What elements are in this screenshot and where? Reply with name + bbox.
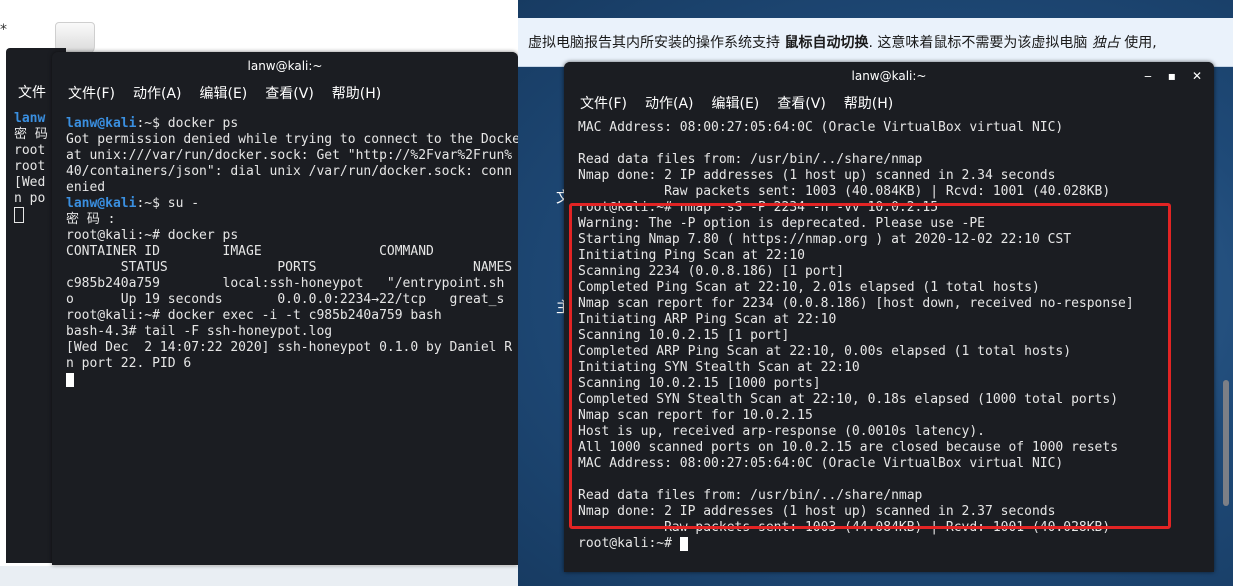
notif-part: . 这意味着鼠标不需要为该虚拟电脑	[868, 35, 1088, 51]
bg-line: 密 码	[14, 127, 48, 142]
command-text: :~$ su -	[136, 196, 200, 211]
terminal-line: Nmap done: 2 IP addresses (1 host up) sc…	[578, 168, 1056, 183]
terminal-line: Completed SYN Stealth Scan at 22:10, 0.1…	[578, 392, 1119, 407]
bg-line: root	[14, 159, 46, 174]
terminal-line	[66, 372, 518, 388]
right-terminal-output[interactable]: MAC Address: 08:00:27:05:64:0C (Oracle V…	[564, 118, 1214, 552]
terminal-line: Read data files from: /usr/bin/../share/…	[578, 488, 923, 503]
right-terminal-titlebar[interactable]: lanw@kali:~ ‒ ▪ ✕	[564, 62, 1214, 88]
virtualbox-notification-bar: 虚拟电脑报告其内所安装的操作系统支持 鼠标自动切换. 这意味着鼠标不需要为该虚拟…	[518, 18, 1233, 67]
left-terminal-output[interactable]: lanw@kali:~$ docker ps Got permission den…	[52, 108, 518, 388]
right-terminal-menubar: 文件(F) 动作(A) 编辑(E) 查看(V) 帮助(H)	[564, 88, 1214, 118]
terminal-line: Completed ARP Ping Scan at 22:10, 0.00s …	[578, 344, 1072, 359]
terminal-line: Got permission denied while trying to co…	[66, 132, 518, 147]
terminal-line: root@kali:~# docker ps	[66, 228, 239, 243]
terminal-line: root@kali:~# docker exec -i -t c985b240a…	[66, 308, 442, 323]
notif-part: 虚拟电脑报告其内所安装的操作系统支持	[528, 35, 780, 51]
bg-terminal-output: lanw 密 码 root root [Wed n po	[14, 111, 48, 224]
prompt-user: lanw@kali	[66, 196, 137, 211]
text-cursor	[66, 372, 74, 387]
bg-line: n po	[14, 191, 46, 206]
left-terminal-titlebar[interactable]: lanw@kali:~	[52, 52, 518, 78]
terminal-line: [Wed Dec 2 14:07:22 2020] ssh-honeypot 0…	[66, 340, 513, 355]
terminal-line: c985b240a759 local:ssh-honeypot "/entryp…	[66, 276, 505, 291]
terminal-line: root@kali:~# nmap -sS -P 2234 -n -vv 10.…	[578, 200, 939, 215]
command-text: :~$ docker ps	[136, 116, 239, 131]
menu-view[interactable]: 查看(V)	[777, 93, 826, 113]
menu-help[interactable]: 帮助(H)	[844, 93, 893, 113]
terminal-line: enied	[66, 180, 106, 195]
terminal-line: n port 22. PID 6	[66, 356, 192, 371]
taskbar-strip	[0, 566, 520, 586]
terminal-prompt-line: root@kali:~#	[578, 536, 1214, 552]
menu-file[interactable]: 文件(F)	[580, 93, 627, 113]
menu-help[interactable]: 帮助(H)	[332, 83, 381, 103]
terminal-line: 密 码 :	[66, 212, 116, 227]
right-terminal-title: lanw@kali:~	[851, 69, 927, 83]
terminal-line: o Up 19 seconds 0.0.0.0:2234→22/tcp grea…	[66, 292, 505, 307]
notif-italic: 独占	[1091, 35, 1120, 51]
terminal-line: Raw packets sent: 1003 (40.084KB) | Rcvd…	[578, 184, 1111, 199]
terminal-line: Nmap done: 2 IP addresses (1 host up) sc…	[578, 504, 1056, 519]
terminal-line: 40/containers/json": dial unix /var/run/…	[66, 164, 513, 179]
notif-part: 使用,	[1124, 35, 1157, 51]
terminal-line: Scanning 10.0.2.15 [1 port]	[578, 328, 790, 343]
terminal-line: MAC Address: 08:00:27:05:64:0C (Oracle V…	[578, 120, 1064, 135]
terminal-line: lanw@kali:~$ su -	[66, 196, 518, 212]
terminal-line: Read data files from: /usr/bin/../share/…	[578, 152, 923, 167]
terminal-scrollbar[interactable]	[1204, 120, 1210, 572]
terminal-line: Scanning 10.0.2.15 [1000 ports]	[578, 376, 821, 391]
text-cursor	[679, 536, 688, 551]
terminal-line: Completed Ping Scan at 22:10, 2.01s elap…	[578, 280, 1040, 295]
terminal-line: Nmap scan report for 2234 (0.0.8.186) [h…	[578, 296, 1134, 311]
terminal-line: at unix:///var/run/docker.sock: Get "htt…	[66, 148, 513, 163]
prompt-user: lanw@kali	[66, 116, 137, 131]
terminal-line: Initiating SYN Stealth Scan at 22:10	[578, 360, 860, 375]
terminal-line: bash-4.3# tail -F ssh-honeypot.log	[66, 324, 333, 339]
left-terminal-menubar: 文件(F) 动作(A) 编辑(E) 查看(V) 帮助(H)	[52, 78, 518, 108]
terminal-line: Starting Nmap 7.80 ( https://nmap.org ) …	[578, 232, 1072, 247]
terminal-line: Warning: The -P option is deprecated. Pl…	[578, 216, 985, 231]
terminal-line: lanw@kali:~$ docker ps	[66, 116, 518, 132]
close-icon[interactable]: ✕	[1192, 62, 1202, 90]
terminal-line: Initiating Ping Scan at 22:10	[578, 248, 805, 263]
right-terminal-window[interactable]: lanw@kali:~ ‒ ▪ ✕ 文件(F) 动作(A) 编辑(E) 查看(V…	[564, 62, 1214, 572]
menu-view[interactable]: 查看(V)	[265, 83, 314, 103]
menu-action[interactable]: 动作(A)	[133, 83, 182, 103]
bg-line: [Wed	[14, 175, 46, 190]
terminal-line: Initiating ARP Ping Scan at 22:10	[578, 312, 837, 327]
terminal-line: CONTAINER ID IMAGE COMMAND	[66, 244, 434, 259]
terminal-line: All 1000 scanned ports on 10.0.2.15 are …	[578, 440, 1119, 455]
menu-action[interactable]: 动作(A)	[645, 93, 694, 113]
minimize-icon[interactable]: ‒	[1144, 62, 1152, 90]
maximize-icon[interactable]: ▪	[1168, 62, 1176, 90]
terminal-line: STATUS PORTS NAMES	[66, 260, 513, 275]
notification-text: 虚拟电脑报告其内所安装的操作系统支持 鼠标自动切换. 这意味着鼠标不需要为该虚拟…	[528, 32, 1157, 52]
bg-line: lanw	[14, 111, 46, 126]
bg-terminal-menu-file[interactable]: 文件	[18, 82, 46, 102]
terminal-line: Scanning 2234 (0.0.8.186) [1 port]	[578, 264, 845, 279]
bg-line: root	[14, 143, 46, 158]
prompt-text: root@kali:~#	[578, 536, 680, 551]
terminal-line: Nmap scan report for 10.0.2.15	[578, 408, 813, 423]
menu-edit[interactable]: 编辑(E)	[200, 83, 248, 103]
window-controls: ‒ ▪ ✕	[1144, 62, 1202, 90]
desktop-star-mark: *	[0, 22, 7, 38]
menu-edit[interactable]: 编辑(E)	[712, 93, 760, 113]
bg-terminal-cursor	[14, 207, 24, 223]
scrollbar-thumb[interactable]	[1223, 380, 1229, 506]
terminal-line: Raw packets sent: 1003 (44.084KB) | Rcvd…	[578, 520, 1111, 535]
left-terminal-window[interactable]: lanw@kali:~ 文件(F) 动作(A) 编辑(E) 查看(V) 帮助(H…	[52, 52, 518, 565]
terminal-line: Host is up, received arp-response (0.001…	[578, 424, 985, 439]
notif-bold: 鼠标自动切换	[784, 35, 869, 51]
terminal-line: MAC Address: 08:00:27:05:64:0C (Oracle V…	[578, 456, 1064, 471]
menu-file[interactable]: 文件(F)	[68, 83, 115, 103]
